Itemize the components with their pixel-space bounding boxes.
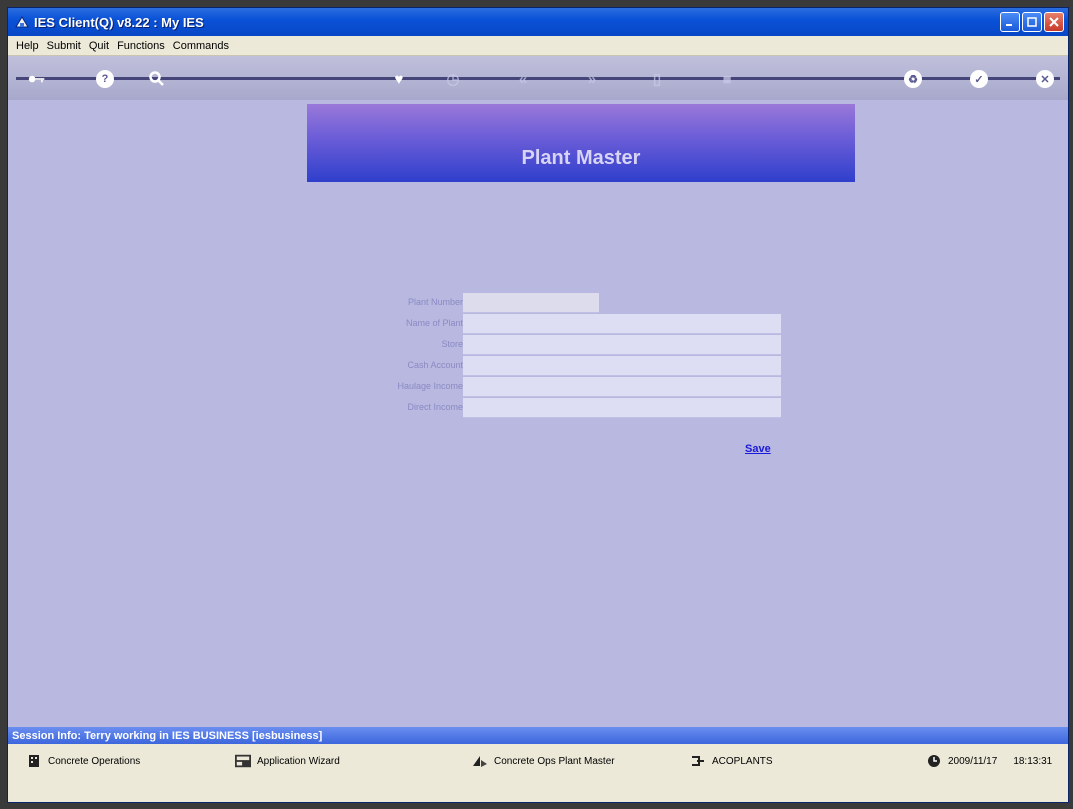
status-screen-label: Concrete Ops Plant Master (494, 755, 615, 767)
heart-icon[interactable]: ♥ (390, 70, 408, 88)
form-row-direct-income: Direct Income (338, 398, 788, 419)
menu-help[interactable]: Help (16, 40, 39, 52)
previous-icon[interactable]: « (514, 70, 532, 88)
status-code[interactable]: ACOPLANTS (690, 754, 773, 768)
store-label: Store (441, 339, 463, 349)
status-code-label: ACOPLANTS (712, 755, 773, 767)
clock-icon[interactable]: ◷ (444, 70, 462, 88)
form-row-store: Store (338, 335, 788, 356)
direct-income-label: Direct Income (407, 402, 463, 412)
menu-commands[interactable]: Commands (173, 40, 229, 52)
name-of-plant-field[interactable] (463, 314, 781, 334)
cash-account-field[interactable] (463, 356, 781, 376)
key-icon[interactable] (28, 70, 46, 88)
session-info-bar: Session Info: Terry working in IES BUSIN… (8, 727, 1068, 744)
direct-income-field[interactable] (463, 398, 781, 418)
status-wizard-label: Application Wizard (257, 755, 340, 767)
form-row-name-of-plant: Name of Plant (338, 314, 788, 335)
maximize-button[interactable] (1022, 12, 1042, 32)
close-icon[interactable]: ✕ (1036, 70, 1054, 88)
status-module[interactable]: Concrete Operations (26, 754, 140, 768)
window-title: IES Client(Q) v8.22 : My IES (34, 14, 204, 30)
plant-number-field[interactable] (463, 293, 599, 313)
wizard-icon (235, 754, 251, 768)
status-screen[interactable]: Concrete Ops Plant Master (472, 754, 615, 768)
help-icon[interactable]: ? (96, 70, 114, 88)
cash-account-label: Cash Account (407, 360, 463, 370)
stop-icon[interactable]: ■ (718, 70, 736, 88)
app-icon (15, 16, 29, 28)
form-row-haulage-income: Haulage Income (338, 377, 788, 398)
title-bar[interactable]: IES Client(Q) v8.22 : My IES (8, 8, 1068, 36)
store-field[interactable] (463, 335, 781, 355)
next-icon[interactable]: » (583, 70, 601, 88)
status-datetime: 2009/11/17 18:13:31 (926, 754, 1052, 768)
screen-icon (472, 754, 488, 768)
status-date: 2009/11/17 (948, 755, 998, 767)
menu-submit[interactable]: Submit (47, 40, 81, 52)
plant-number-label: Plant Number (407, 297, 463, 307)
status-module-label: Concrete Operations (48, 755, 141, 767)
session-info-text: Session Info: Terry working in IES BUSIN… (12, 729, 323, 742)
haulage-income-field[interactable] (463, 377, 781, 397)
page-banner: Plant Master (307, 104, 855, 182)
toolbar: ? ♥ ◷ « » ▯ ■ ♻ ✓ ✕ (8, 56, 1068, 100)
form-row-cash-account: Cash Account (338, 356, 788, 377)
close-window-button[interactable] (1044, 12, 1064, 32)
close-icon (1049, 17, 1059, 27)
name-of-plant-label: Name of Plant (405, 318, 463, 328)
recycle-icon[interactable]: ♻ (904, 70, 922, 88)
haulage-income-label: Haulage Income (397, 381, 463, 391)
search-icon[interactable] (148, 70, 166, 88)
building-icon (26, 754, 42, 768)
app-window: IES Client(Q) v8.22 : My IES Help Submit… (7, 7, 1069, 803)
menu-functions[interactable]: Functions (117, 40, 165, 52)
delete-icon[interactable]: ▯ (648, 70, 666, 88)
minimize-button[interactable] (1000, 12, 1020, 32)
page-title: Plant Master (521, 147, 641, 169)
status-bar: Concrete Operations Application Wizard C… (8, 744, 1068, 802)
save-link[interactable]: Save (745, 443, 771, 455)
status-time: 18:13:31 (1013, 755, 1053, 767)
menu-quit[interactable]: Quit (89, 40, 109, 52)
maximize-icon (1027, 17, 1037, 27)
code-icon (690, 754, 706, 768)
status-wizard[interactable]: Application Wizard (235, 754, 340, 768)
clock-icon (926, 754, 942, 768)
menu-bar: Help Submit Quit Functions Commands (8, 36, 1068, 56)
ok-icon[interactable]: ✓ (970, 70, 988, 88)
minimize-icon (1006, 24, 1012, 26)
form-row-plant-number: Plant Number (338, 293, 788, 314)
